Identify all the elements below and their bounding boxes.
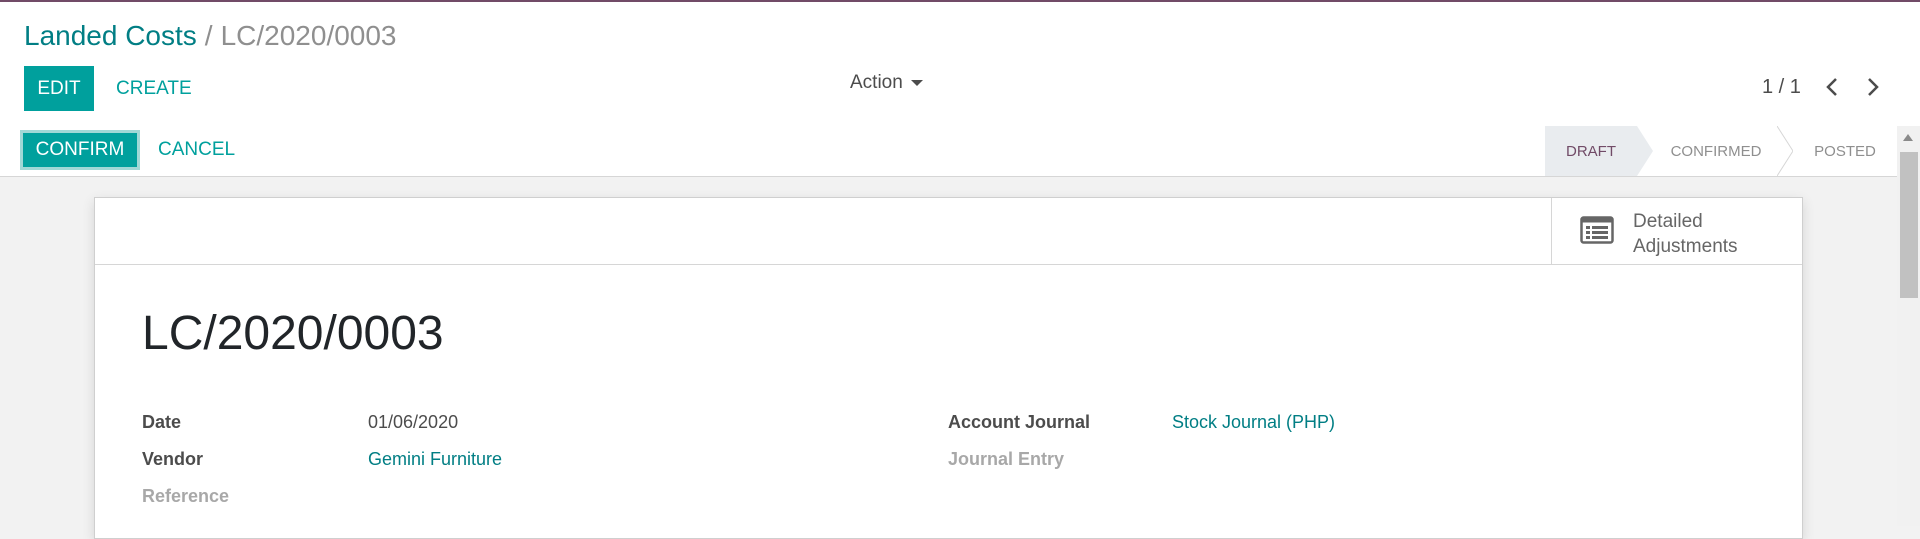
account-journal-label: Account Journal <box>948 412 1091 432</box>
smart-button-box: Detailed Adjustments <box>95 198 1802 265</box>
vendor-label: Vendor <box>142 449 204 469</box>
chevron-right-icon <box>1868 78 1879 96</box>
date-value: 01/06/2020 <box>368 412 459 432</box>
stage-separator-arrow <box>1637 126 1653 176</box>
pager-previous-button[interactable] <box>1817 72 1847 102</box>
create-button[interactable]: CREATE <box>108 66 200 111</box>
detailed-adjustments-button[interactable]: Detailed Adjustments <box>1551 198 1803 264</box>
account-journal-link[interactable]: Stock Journal (PHP) <box>1172 412 1335 433</box>
cancel-button[interactable]: CANCEL <box>152 130 241 170</box>
breadcrumb-separator: / <box>204 20 213 51</box>
scrollbar-thumb[interactable] <box>1900 152 1918 298</box>
vertical-scrollbar[interactable] <box>1897 126 1920 526</box>
breadcrumb: Landed Costs / LC/2020/0003 <box>24 20 397 52</box>
edit-button[interactable]: EDIT <box>24 66 94 111</box>
reference-label: Reference <box>142 486 230 506</box>
action-dropdown[interactable]: Action <box>850 68 923 98</box>
smart-button-line1: Detailed <box>1633 211 1703 232</box>
chevron-left-icon <box>1826 78 1837 96</box>
confirm-button[interactable]: CONFIRM <box>20 130 140 170</box>
stage-pipeline: DRAFT CONFIRMED POSTED <box>1545 126 1897 176</box>
form-sheet: Detailed Adjustments LC/2020/0003 Date 0… <box>94 197 1803 539</box>
breadcrumb-landed-costs-link[interactable]: Landed Costs <box>24 20 197 51</box>
list-icon <box>1580 216 1614 244</box>
stage-confirmed[interactable]: CONFIRMED <box>1653 126 1779 176</box>
control-panel: Landed Costs / LC/2020/0003 EDIT CREATE Ac… <box>0 2 1920 127</box>
date-label: Date <box>142 412 182 432</box>
pager-value[interactable]: 1 / 1 <box>1762 76 1801 99</box>
stage-draft[interactable]: DRAFT <box>1545 126 1637 176</box>
detailed-adjustments-label: Detailed Adjustments <box>1633 209 1793 259</box>
breadcrumb-current: LC/2020/0003 <box>220 20 397 51</box>
record-title: LC/2020/0003 <box>142 307 444 360</box>
caret-down-icon <box>910 80 923 86</box>
smart-button-line2: Adjustments <box>1633 236 1738 257</box>
journal-entry-label: Journal Entry <box>948 449 1065 469</box>
vendor-link[interactable]: Gemini Furniture <box>368 449 502 470</box>
stage-separator-arrow <box>1777 126 1793 176</box>
stage-posted[interactable]: POSTED <box>1795 126 1895 176</box>
scroll-up-arrow-icon[interactable] <box>1903 134 1913 141</box>
action-dropdown-label: Action <box>850 72 903 93</box>
status-bar: CONFIRM CANCEL DRAFT CONFIRMED POSTED <box>0 126 1897 177</box>
pager-next-button[interactable] <box>1858 72 1888 102</box>
